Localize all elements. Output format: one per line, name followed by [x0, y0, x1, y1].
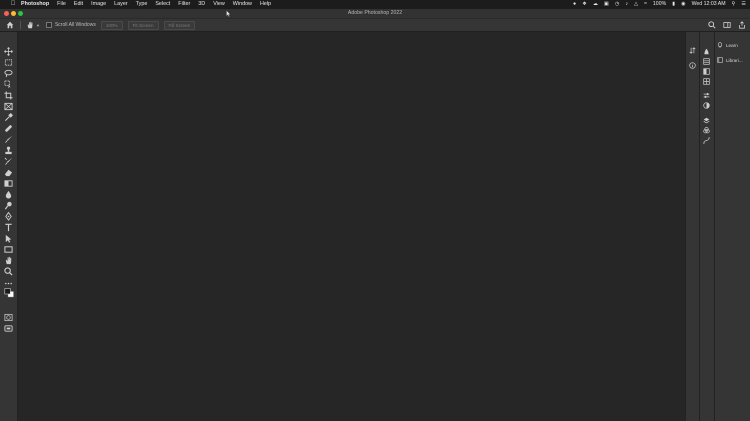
menu-edit[interactable]: Edit — [74, 0, 83, 9]
menu-view[interactable]: View — [213, 0, 225, 9]
dropbox-icon[interactable]: ❖ — [582, 0, 587, 9]
pen-tool-icon[interactable] — [4, 208, 13, 221]
menu-type[interactable]: Type — [136, 0, 148, 9]
type-tool-icon[interactable] — [4, 219, 13, 232]
patterns-panel-icon[interactable] — [703, 72, 710, 85]
cloud-icon[interactable]: ☁ — [593, 0, 598, 9]
channels-panel-icon[interactable] — [703, 121, 710, 134]
libraries-icon — [717, 57, 723, 63]
quick-mask-icon[interactable] — [4, 309, 13, 322]
macos-menu-bar:  Photoshop File Edit Image Layer Type S… — [0, 0, 750, 9]
workspace-icon[interactable] — [723, 21, 731, 29]
blur-tool-icon[interactable] — [4, 186, 13, 199]
dodge-tool-icon[interactable] — [4, 197, 13, 210]
mouse-cursor-icon — [226, 10, 231, 17]
layers-panel-icon[interactable] — [703, 111, 710, 124]
lightbulb-icon — [718, 42, 722, 48]
healing-brush-tool-icon[interactable] — [4, 120, 13, 132]
history-brush-tool-icon[interactable] — [4, 153, 13, 166]
tools-panel — [0, 32, 18, 421]
display-icon[interactable]: ▣ — [604, 0, 609, 9]
clock[interactable]: Wed 12:03 AM — [692, 0, 726, 9]
more-tools-icon[interactable] — [4, 275, 13, 285]
panel-dock-strip-2 — [699, 32, 714, 421]
window-title: Adobe Photoshop 2022 — [347, 10, 403, 16]
window-title-bar: Adobe Photoshop 2022 — [0, 9, 750, 19]
libraries-panel-tab[interactable]: Librari... — [717, 55, 749, 65]
volume-icon[interactable]: ♪ — [625, 0, 628, 9]
gradient-tool-icon[interactable] — [4, 175, 13, 187]
path-selection-tool-icon[interactable] — [4, 230, 13, 243]
hand-tool-icon[interactable] — [4, 252, 13, 265]
hand-tool-icon[interactable] — [26, 21, 34, 29]
airplay-icon[interactable]: △ — [634, 0, 638, 9]
arrange-icon[interactable] — [689, 41, 696, 54]
object-selection-tool-icon[interactable] — [4, 76, 13, 89]
home-icon[interactable] — [6, 21, 14, 29]
marquee-tool-icon[interactable] — [4, 54, 13, 66]
libraries-label: Librari... — [726, 57, 743, 63]
fit-screen-button[interactable]: Fit Screen — [127, 20, 159, 30]
eyedropper-tool-icon[interactable] — [4, 109, 13, 122]
menu-window[interactable]: Window — [233, 0, 252, 9]
timer-icon[interactable]: ◷ — [615, 0, 620, 9]
options-bar-right — [708, 21, 746, 29]
apple-icon[interactable]:  — [9, 0, 17, 9]
menu-file[interactable]: File — [57, 0, 66, 9]
rectangle-tool-icon[interactable] — [4, 241, 13, 253]
info-icon[interactable] — [689, 56, 696, 69]
battery-icon[interactable]: ▮ — [672, 0, 675, 9]
menu-3d[interactable]: 3D — [198, 0, 205, 9]
menu-app-photoshop[interactable]: Photoshop — [21, 0, 49, 9]
gradients-panel-icon[interactable] — [703, 62, 710, 75]
color-panel-icon[interactable] — [703, 42, 710, 55]
search-icon[interactable] — [708, 21, 716, 29]
panel-dock-strip-1 — [685, 32, 699, 421]
scroll-all-windows-checkbox[interactable] — [45, 22, 52, 28]
wifi-icon[interactable]: ≈ — [644, 0, 647, 9]
battery-percent: 100% — [652, 1, 667, 7]
eraser-tool-icon[interactable] — [4, 164, 13, 177]
lasso-tool-icon[interactable] — [4, 65, 13, 78]
menu-layer[interactable]: Layer — [114, 0, 128, 9]
share-icon[interactable] — [738, 21, 746, 29]
menu-filter[interactable]: Filter — [178, 0, 190, 9]
menu-bar-status-area: ● ❖ ☁ ▣ ◷ ♪ △ ≈ 100% ▮ ◉ Wed 12:03 AM ⚲ … — [573, 0, 746, 9]
options-bar: ▼ Scroll All Windows 100% Fit Screen Fil… — [0, 19, 750, 32]
zoom-100-button[interactable]: 100% — [100, 20, 123, 30]
brush-tool-icon[interactable] — [4, 131, 13, 144]
screen-mode-icon[interactable] — [4, 320, 13, 332]
learn-panel-tab[interactable]: Learn — [717, 40, 749, 50]
user-icon[interactable]: ◉ — [681, 0, 686, 9]
learn-label: Learn — [726, 42, 738, 48]
zoom-tool-icon[interactable] — [4, 263, 13, 276]
frame-tool-icon[interactable] — [4, 98, 13, 111]
crop-tool-icon[interactable] — [4, 87, 13, 100]
menu-select[interactable]: Select — [155, 0, 170, 9]
tool-preset-chevron-down-icon[interactable]: ▼ — [36, 23, 40, 28]
record-icon[interactable]: ● — [573, 0, 576, 9]
canvas-area[interactable] — [18, 32, 684, 421]
color-swatches-icon[interactable] — [4, 285, 14, 298]
paths-panel-icon[interactable] — [703, 131, 710, 144]
move-tool-icon[interactable] — [4, 43, 13, 56]
menu-image[interactable]: Image — [91, 0, 106, 9]
learn-libraries-panel: Learn Librari... — [714, 32, 750, 421]
options-separator — [20, 21, 21, 29]
swatches-panel-icon[interactable] — [703, 52, 710, 65]
adjustments-panel-icon[interactable] — [703, 96, 710, 109]
fill-screen-button[interactable]: Fill Screen — [163, 20, 196, 30]
properties-panel-icon[interactable] — [703, 86, 710, 98]
control-center-icon[interactable]: ☰ — [741, 0, 746, 9]
menu-help[interactable]: Help — [260, 0, 271, 9]
scroll-all-windows-label: Scroll All Windows — [54, 22, 96, 28]
clone-stamp-tool-icon[interactable] — [4, 142, 13, 155]
spotlight-icon[interactable]: ⚲ — [732, 0, 736, 9]
